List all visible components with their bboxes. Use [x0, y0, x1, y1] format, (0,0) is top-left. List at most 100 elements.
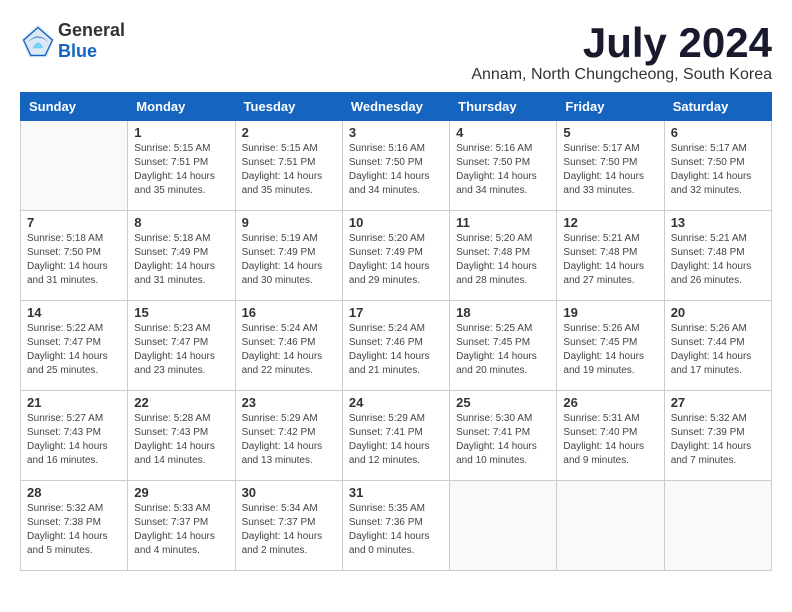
day-cell-25: 25Sunrise: 5:30 AMSunset: 7:41 PMDayligh… — [450, 391, 557, 481]
day-cell-1: 1 Sunrise: 5:15 AMSunset: 7:51 PMDaylight… — [128, 121, 235, 211]
day-number-27: 27 — [671, 395, 765, 410]
day-cell-4: 4 Sunrise: 5:16 AMSunset: 7:50 PMDaylight… — [450, 121, 557, 211]
day-number-14: 14 — [27, 305, 121, 320]
day-cell-9: 9 Sunrise: 5:19 AMSunset: 7:49 PMDaylight… — [235, 211, 342, 301]
weekday-header-tuesday: Tuesday — [235, 93, 342, 121]
day-number-19: 19 — [563, 305, 657, 320]
day-number-10: 10 — [349, 215, 443, 230]
day-info-1: Sunrise: 5:15 AMSunset: 7:51 PMDaylight:… — [134, 142, 228, 198]
day-cell-11: 11Sunrise: 5:20 AMSunset: 7:48 PMDayligh… — [450, 211, 557, 301]
day-info-16: Sunrise: 5:24 AMSunset: 7:46 PMDaylight:… — [242, 322, 336, 378]
day-info-27: Sunrise: 5:32 AMSunset: 7:39 PMDaylight:… — [671, 412, 765, 468]
weekday-header-row: SundayMondayTuesdayWednesdayThursdayFrid… — [21, 93, 772, 121]
day-cell-31: 31Sunrise: 5:35 AMSunset: 7:36 PMDayligh… — [342, 481, 449, 571]
day-cell-12: 12 Sunrise: 5:21 AMSunset: 7:48 PMDayligh… — [557, 211, 664, 301]
day-number-2: 2 — [242, 125, 336, 140]
day-info-30: Sunrise: 5:34 AMSunset: 7:37 PMDaylight:… — [242, 502, 336, 558]
day-info-6: Sunrise: 5:17 AMSunset: 7:50 PMDaylight:… — [671, 142, 765, 198]
day-cell-22: 22Sunrise: 5:28 AMSunset: 7:43 PMDayligh… — [128, 391, 235, 481]
day-cell-21: 21 Sunrise: 5:27 AMSunset: 7:43 PMDayligh… — [21, 391, 128, 481]
day-cell-7: 7 Sunrise: 5:18 AMSunset: 7:50 PMDaylight… — [21, 211, 128, 301]
day-info-22: Sunrise: 5:28 AMSunset: 7:43 PMDaylight:… — [134, 412, 228, 468]
day-info-7: Sunrise: 5:18 AMSunset: 7:50 PMDaylight:… — [27, 232, 121, 288]
day-cell-16: 16 Sunrise: 5:24 AMSunset: 7:46 PMDayligh… — [235, 301, 342, 391]
day-cell-27: 27 Sunrise: 5:32 AMSunset: 7:39 PMDayligh… — [664, 391, 771, 481]
day-number-15: 15 — [134, 305, 228, 320]
title-area: July 2024 Annam, North Chungcheong, Sout… — [471, 20, 772, 84]
day-cell-24: 24 Sunrise: 5:29 AMSunset: 7:41 PMDayligh… — [342, 391, 449, 481]
day-number-25: 25 — [456, 395, 550, 410]
day-info-3: Sunrise: 5:16 AMSunset: 7:50 PMDaylight:… — [349, 142, 443, 198]
day-info-2: Sunrise: 5:15 AMSunset: 7:51 PMDaylight:… — [242, 142, 336, 198]
day-cell-10: 10 Sunrise: 5:20 AMSunset: 7:49 PMDayligh… — [342, 211, 449, 301]
location-subtitle: Annam, North Chungcheong, South Korea — [471, 66, 772, 84]
day-number-1: 1 — [134, 125, 228, 140]
day-number-28: 28 — [27, 485, 121, 500]
day-info-12: Sunrise: 5:21 AMSunset: 7:48 PMDaylight:… — [563, 232, 657, 288]
day-info-9: Sunrise: 5:19 AMSunset: 7:49 PMDaylight:… — [242, 232, 336, 288]
day-number-8: 8 — [134, 215, 228, 230]
day-info-10: Sunrise: 5:20 AMSunset: 7:49 PMDaylight:… — [349, 232, 443, 288]
day-cell-13: 13 Sunrise: 5:21 AMSunset: 7:48 PMDayligh… — [664, 211, 771, 301]
week-row-4: 21 Sunrise: 5:27 AMSunset: 7:43 PMDayligh… — [21, 391, 772, 481]
header: General Blue July 2024 Annam, North Chun… — [20, 20, 772, 84]
day-cell-6: 6 Sunrise: 5:17 AMSunset: 7:50 PMDaylight… — [664, 121, 771, 211]
day-info-4: Sunrise: 5:16 AMSunset: 7:50 PMDaylight:… — [456, 142, 550, 198]
day-number-5: 5 — [563, 125, 657, 140]
day-cell-20: 20 Sunrise: 5:26 AMSunset: 7:44 PMDayligh… — [664, 301, 771, 391]
weekday-header-sunday: Sunday — [21, 93, 128, 121]
logo-general: General — [58, 20, 125, 40]
day-cell-19: 19Sunrise: 5:26 AMSunset: 7:45 PMDayligh… — [557, 301, 664, 391]
day-number-20: 20 — [671, 305, 765, 320]
day-cell-14: 14 Sunrise: 5:22 AMSunset: 7:47 PMDayligh… — [21, 301, 128, 391]
day-cell-15: 15Sunrise: 5:23 AMSunset: 7:47 PMDayligh… — [128, 301, 235, 391]
week-row-5: 28Sunrise: 5:32 AMSunset: 7:38 PMDayligh… — [21, 481, 772, 571]
week-row-2: 7 Sunrise: 5:18 AMSunset: 7:50 PMDaylight… — [21, 211, 772, 301]
day-cell-23: 23 Sunrise: 5:29 AMSunset: 7:42 PMDayligh… — [235, 391, 342, 481]
calendar-table: SundayMondayTuesdayWednesdayThursdayFrid… — [20, 92, 772, 571]
logo: General Blue — [20, 20, 125, 62]
logo-text: General Blue — [58, 20, 125, 62]
day-info-26: Sunrise: 5:31 AMSunset: 7:40 PMDaylight:… — [563, 412, 657, 468]
day-number-21: 21 — [27, 395, 121, 410]
day-info-11: Sunrise: 5:20 AMSunset: 7:48 PMDaylight:… — [456, 232, 550, 288]
day-number-23: 23 — [242, 395, 336, 410]
day-cell-26: 26 Sunrise: 5:31 AMSunset: 7:40 PMDayligh… — [557, 391, 664, 481]
day-cell-2: 2 Sunrise: 5:15 AMSunset: 7:51 PMDaylight… — [235, 121, 342, 211]
day-number-4: 4 — [456, 125, 550, 140]
day-info-20: Sunrise: 5:26 AMSunset: 7:44 PMDaylight:… — [671, 322, 765, 378]
weekday-header-thursday: Thursday — [450, 93, 557, 121]
empty-cell — [557, 481, 664, 571]
day-number-30: 30 — [242, 485, 336, 500]
day-info-21: Sunrise: 5:27 AMSunset: 7:43 PMDaylight:… — [27, 412, 121, 468]
day-number-13: 13 — [671, 215, 765, 230]
logo-blue: Blue — [58, 41, 97, 61]
day-number-26: 26 — [563, 395, 657, 410]
weekday-header-friday: Friday — [557, 93, 664, 121]
day-info-24: Sunrise: 5:29 AMSunset: 7:41 PMDaylight:… — [349, 412, 443, 468]
month-title: July 2024 — [471, 20, 772, 66]
day-info-14: Sunrise: 5:22 AMSunset: 7:47 PMDaylight:… — [27, 322, 121, 378]
day-info-8: Sunrise: 5:18 AMSunset: 7:49 PMDaylight:… — [134, 232, 228, 288]
week-row-1: 1 Sunrise: 5:15 AMSunset: 7:51 PMDaylight… — [21, 121, 772, 211]
day-number-6: 6 — [671, 125, 765, 140]
day-cell-29: 29Sunrise: 5:33 AMSunset: 7:37 PMDayligh… — [128, 481, 235, 571]
day-number-29: 29 — [134, 485, 228, 500]
day-number-9: 9 — [242, 215, 336, 230]
day-number-18: 18 — [456, 305, 550, 320]
day-cell-18: 18Sunrise: 5:25 AMSunset: 7:45 PMDayligh… — [450, 301, 557, 391]
day-info-23: Sunrise: 5:29 AMSunset: 7:42 PMDaylight:… — [242, 412, 336, 468]
empty-cell — [664, 481, 771, 571]
week-row-3: 14 Sunrise: 5:22 AMSunset: 7:47 PMDayligh… — [21, 301, 772, 391]
day-number-16: 16 — [242, 305, 336, 320]
day-number-12: 12 — [563, 215, 657, 230]
empty-cell — [21, 121, 128, 211]
day-number-17: 17 — [349, 305, 443, 320]
day-info-13: Sunrise: 5:21 AMSunset: 7:48 PMDaylight:… — [671, 232, 765, 288]
day-number-3: 3 — [349, 125, 443, 140]
day-cell-5: 5Sunrise: 5:17 AMSunset: 7:50 PMDaylight… — [557, 121, 664, 211]
day-number-7: 7 — [27, 215, 121, 230]
day-number-24: 24 — [349, 395, 443, 410]
weekday-header-saturday: Saturday — [664, 93, 771, 121]
day-cell-17: 17Sunrise: 5:24 AMSunset: 7:46 PMDayligh… — [342, 301, 449, 391]
